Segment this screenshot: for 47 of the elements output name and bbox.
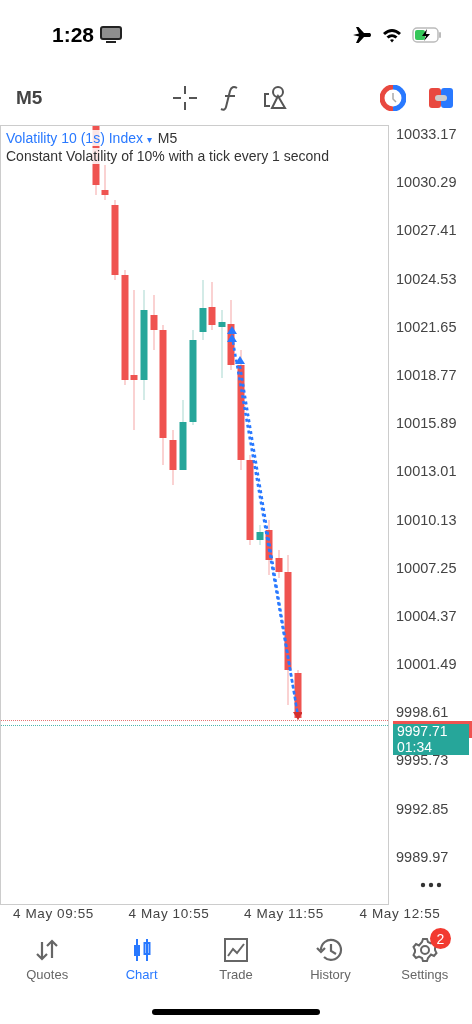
time-label: 4 May 11:55 — [244, 905, 325, 923]
time-label: 4 May 12:55 — [359, 905, 442, 923]
price-label: 9989.97 — [395, 847, 450, 866]
candle — [179, 400, 187, 470]
clock-icon[interactable] — [380, 84, 406, 111]
trade-toggle-icon[interactable] — [428, 85, 454, 110]
price-label: 10004.37 — [395, 606, 458, 625]
crosshair-icon[interactable] — [172, 84, 198, 111]
price-label: 10021.65 — [395, 317, 458, 336]
price-label: 10024.53 — [395, 269, 458, 288]
nav-tab[interactable]: Chart — [94, 925, 189, 991]
price-label: 10027.41 — [395, 221, 458, 240]
chart-timeframe: M5 — [157, 130, 178, 146]
nav-tab[interactable]: Quotes — [0, 925, 95, 991]
history-icon — [316, 937, 345, 963]
price-label: 9995.73 — [395, 752, 450, 770]
nav-tab[interactable]: 2 Settings — [377, 925, 472, 991]
monitor-icon — [100, 26, 123, 44]
price-label: 10001.49 — [395, 655, 458, 674]
airplane-icon — [352, 26, 372, 44]
symbol-description: Constant Volatility of 10% with a tick every 1 second — [6, 148, 329, 164]
battery-icon — [412, 27, 442, 43]
nav-tab[interactable]: Trade — [188, 925, 284, 991]
notification-badge: 2 — [429, 928, 451, 949]
price-label: 10015.89 — [395, 414, 458, 433]
price-label: 9992.85 — [395, 799, 450, 818]
price-label: 10018.77 — [395, 365, 458, 384]
status-time: 1:28 — [52, 23, 95, 47]
current-price-tag: 9997.71 01:34 — [393, 724, 469, 755]
time-label: 4 May 09:55 — [13, 905, 95, 923]
time-label: 4 May 10:55 — [128, 905, 211, 923]
price-label: 10007.25 — [395, 558, 458, 577]
timeframe-button[interactable]: M5 — [16, 86, 43, 109]
line-chart-icon — [223, 937, 249, 963]
wifi-icon — [382, 27, 402, 43]
price-label: 10010.13 — [395, 510, 458, 529]
shapes-icon[interactable] — [262, 84, 288, 111]
settings-icon — [411, 937, 438, 963]
price-label: 10030.29 — [395, 173, 458, 192]
more-icon[interactable] — [420, 882, 442, 888]
price-label: 9998.61 — [395, 703, 450, 722]
price-label: 10033.17 — [395, 125, 458, 143]
nav-tab[interactable]: History — [283, 925, 378, 991]
price-label: 10013.01 — [395, 462, 458, 481]
candle — [169, 430, 177, 485]
function-icon[interactable] — [220, 84, 240, 111]
symbol-selector[interactable]: Volatility 10 (1s) Index ▾ — [6, 130, 152, 146]
